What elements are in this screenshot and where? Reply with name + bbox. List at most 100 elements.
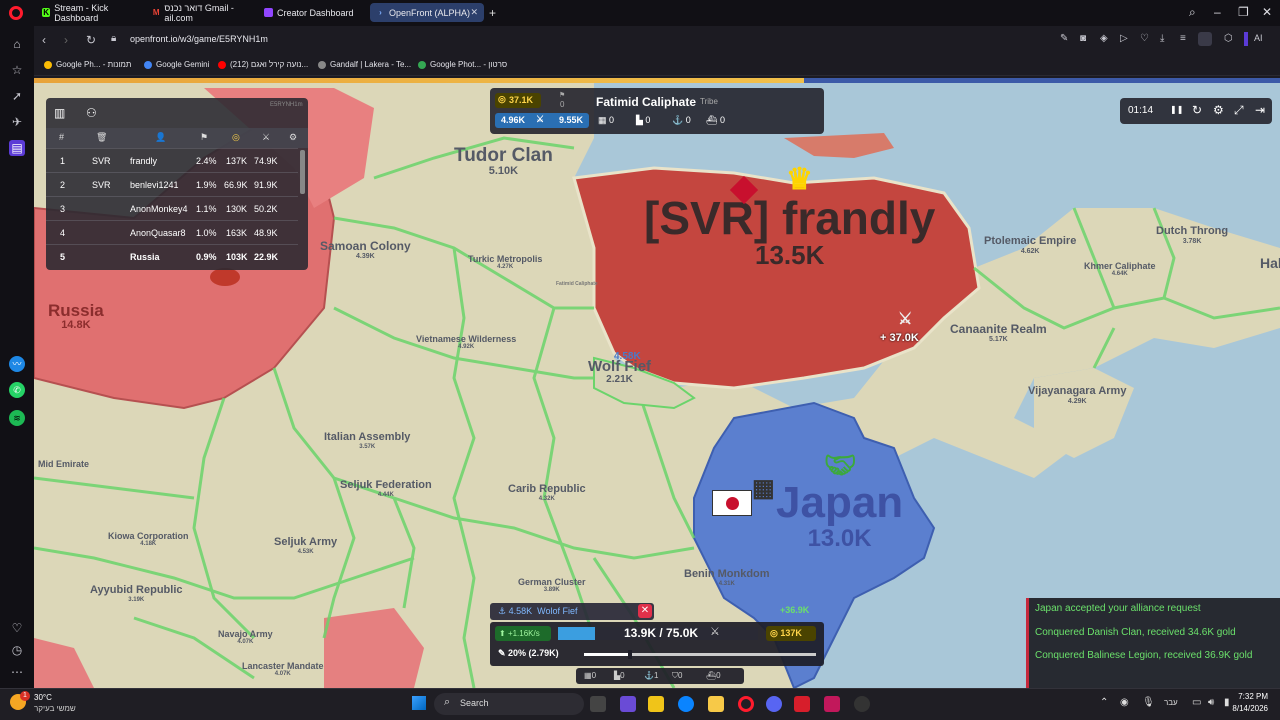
col-territory-icon[interactable]: ⚑ bbox=[200, 132, 208, 143]
selected-target-bar[interactable]: ⚓︎ 4.58K Wolof Fief bbox=[490, 603, 654, 620]
leaderboard-row[interactable]: 1 SVR frandly 2.4% 137K 74.9K bbox=[46, 148, 298, 172]
extensions-icon[interactable]: ⬡ bbox=[1224, 33, 1233, 44]
team-tab-icon[interactable]: ⚇ bbox=[86, 106, 97, 120]
row-clan: SVR bbox=[92, 156, 111, 166]
exit-icon[interactable]: ⇥ bbox=[1255, 103, 1265, 117]
map-label-carib-republic: Carib Republic 4.32K bbox=[508, 483, 586, 502]
clock-time[interactable]: 7:32 PM bbox=[1236, 692, 1268, 701]
new-tab-button[interactable]: + bbox=[489, 6, 496, 20]
bookmark-gemini[interactable]: Google Gemini bbox=[144, 60, 209, 69]
messenger-icon[interactable]: 〰 bbox=[9, 356, 25, 372]
col-troops-icon[interactable]: ⚔ bbox=[262, 132, 270, 143]
ai-button[interactable]: AI bbox=[1254, 33, 1263, 43]
search-tabs-icon[interactable]: ⌕ bbox=[1189, 5, 1196, 20]
col-player-icon[interactable]: 👤 bbox=[155, 132, 166, 143]
profile-icon[interactable] bbox=[1198, 32, 1212, 46]
bookmark-google-photos-video[interactable]: Google Phot... - סרטון bbox=[418, 60, 507, 69]
troop-settings-icon[interactable]: ⚔ bbox=[710, 625, 720, 638]
soldier-icon: ⚔ bbox=[536, 114, 545, 124]
heart-icon[interactable]: ♡ bbox=[9, 620, 25, 636]
bookmark-label: Google Ph... - תמונות bbox=[56, 60, 132, 69]
whatsapp-icon[interactable]: ✆ bbox=[9, 382, 25, 398]
edge-icon[interactable] bbox=[678, 696, 694, 712]
google-photos-icon bbox=[418, 60, 426, 69]
volume-icon[interactable]: 🔊︎ bbox=[1208, 697, 1214, 708]
star-icon[interactable]: ☆ bbox=[9, 62, 25, 78]
fullscreen-icon[interactable]: ⤢ bbox=[1234, 103, 1244, 118]
windows-start-icon[interactable] bbox=[412, 696, 426, 710]
app-icon[interactable] bbox=[620, 696, 636, 712]
taskbar-search[interactable]: ⌕ Search bbox=[434, 693, 584, 715]
app-icon[interactable] bbox=[794, 696, 810, 712]
close-tab-icon[interactable]: ✕ bbox=[470, 7, 478, 18]
col-gold-icon[interactable]: ◎ bbox=[232, 132, 240, 143]
app-icon[interactable] bbox=[648, 696, 664, 712]
col-settings-icon[interactable]: ⚙ bbox=[289, 132, 297, 143]
language-indicator[interactable]: עבר bbox=[1164, 698, 1178, 707]
tab-kick[interactable]: K Stream - Kick Dashboard bbox=[36, 3, 146, 23]
microphone-icon[interactable]: 🎙︎ bbox=[1142, 697, 1155, 708]
url-field[interactable]: openfront.io/w3/game/E5RYNH1m bbox=[104, 31, 1044, 49]
close-target-button[interactable]: ✕ bbox=[638, 604, 652, 618]
opera-logo-icon[interactable] bbox=[9, 6, 23, 20]
close-window-icon[interactable]: ✕ bbox=[1262, 5, 1272, 19]
heart-icon[interactable]: ♡ bbox=[1140, 33, 1149, 44]
tab-creator-dashboard[interactable]: Creator Dashboard bbox=[258, 3, 368, 22]
browser-tab-bar: K Stream - Kick Dashboard M דואר נכנס Gm… bbox=[0, 0, 1280, 26]
notes-icon[interactable]: ▤ bbox=[9, 140, 25, 156]
tray-chevron-icon[interactable]: ⌃ bbox=[1100, 697, 1108, 708]
tab-openfront[interactable]: › OpenFront (ALPHA) ✕ bbox=[370, 3, 484, 22]
edit-icon[interactable]: ✎ bbox=[1060, 33, 1068, 44]
leaderboard-row[interactable]: 5 Russia 0.9% 103K 22.9K bbox=[46, 244, 298, 268]
home-icon[interactable]: ⌂ bbox=[9, 36, 25, 52]
bookmark-gandalf[interactable]: Gandalf | Lakera - Te... bbox=[318, 60, 411, 69]
more-icon[interactable]: ⋯ bbox=[9, 664, 25, 680]
leaderboard-row[interactable]: 4 AnonQuasar8 1.0% 163K 48.9K bbox=[46, 220, 298, 244]
leaderboard-row[interactable]: 3 AnonMonkey4 1.1% 130K 50.2K bbox=[46, 196, 298, 220]
opera-icon[interactable] bbox=[738, 696, 754, 712]
leaderboard-scrollbar[interactable] bbox=[300, 150, 305, 194]
leaderboard-row[interactable]: 2 SVR benlevi1241 1.9% 66.9K 91.9K bbox=[46, 172, 298, 196]
app-icon[interactable] bbox=[824, 696, 840, 712]
game-map[interactable]: Tudor Clan 5.10K Samoan Colony 4.39K Turki… bbox=[34, 78, 1280, 688]
col-rank[interactable]: # bbox=[59, 132, 64, 142]
bookmark-youtube[interactable]: (212) נועה קירל ואגם... bbox=[218, 60, 308, 69]
maximize-icon[interactable]: ❐ bbox=[1238, 5, 1249, 19]
settings-icon[interactable]: ⚙ bbox=[1213, 103, 1224, 117]
tab-gmail[interactable]: M דואר נכנס Gmail - ail.com bbox=[146, 3, 258, 23]
file-explorer-icon[interactable] bbox=[708, 696, 724, 712]
pause-icon[interactable]: ❚❚ bbox=[1170, 105, 1183, 114]
tab-label: OpenFront (ALPHA) bbox=[389, 7, 471, 18]
task-view-icon[interactable] bbox=[590, 696, 606, 712]
back-icon[interactable]: ‹ bbox=[42, 33, 46, 47]
plane-icon[interactable]: ✈ bbox=[9, 114, 25, 130]
play-icon[interactable]: ▷ bbox=[1120, 33, 1128, 44]
alliance-handshake-icon: 🤝︎ bbox=[824, 450, 858, 480]
map-label-vietnamese-wilderness: Vietnamese Wilderness 4.92K bbox=[416, 334, 517, 351]
display-icon[interactable]: ▭ bbox=[1192, 697, 1201, 708]
menu-icon[interactable]: ≡ bbox=[1180, 33, 1186, 44]
clock-date[interactable]: 8/14/2026 bbox=[1226, 704, 1268, 713]
map-label-tudor-clan: Tudor Clan 5.10K bbox=[454, 145, 553, 177]
forward-icon[interactable]: › bbox=[64, 33, 68, 47]
download-icon[interactable]: ⤓ bbox=[1160, 33, 1164, 44]
spotify-icon[interactable]: ≋ bbox=[9, 410, 25, 426]
shield-icon[interactable]: ◈ bbox=[1100, 33, 1108, 44]
map-label-vijayanagara-army: Vijayanagara Army 4.29K bbox=[1028, 385, 1127, 405]
history-icon[interactable]: ◷ bbox=[9, 642, 25, 658]
attack-ratio-slider[interactable] bbox=[584, 650, 816, 659]
tray-app-icon[interactable]: ◉ bbox=[1120, 697, 1129, 708]
col-clan-icon[interactable]: 🗑 bbox=[96, 132, 107, 143]
discord-icon[interactable] bbox=[766, 696, 782, 712]
camera-icon[interactable]: ◙ bbox=[1080, 33, 1086, 44]
app-icon[interactable] bbox=[854, 696, 870, 712]
target-factories: ▙ 0 bbox=[636, 115, 651, 125]
leaderboard-tab-icon[interactable]: ▥ bbox=[54, 106, 65, 120]
bookmark-google-photos[interactable]: Google Ph... - תמונות bbox=[44, 60, 131, 69]
rocket-icon[interactable]: ➚ bbox=[9, 88, 25, 104]
attack-ratio-thumb[interactable] bbox=[628, 650, 633, 659]
reload-icon[interactable]: ↻ bbox=[86, 33, 96, 47]
minimize-icon[interactable]: – bbox=[1214, 5, 1221, 19]
attack-ratio-fill bbox=[584, 653, 631, 656]
restart-icon[interactable]: ↻ bbox=[1192, 103, 1202, 117]
